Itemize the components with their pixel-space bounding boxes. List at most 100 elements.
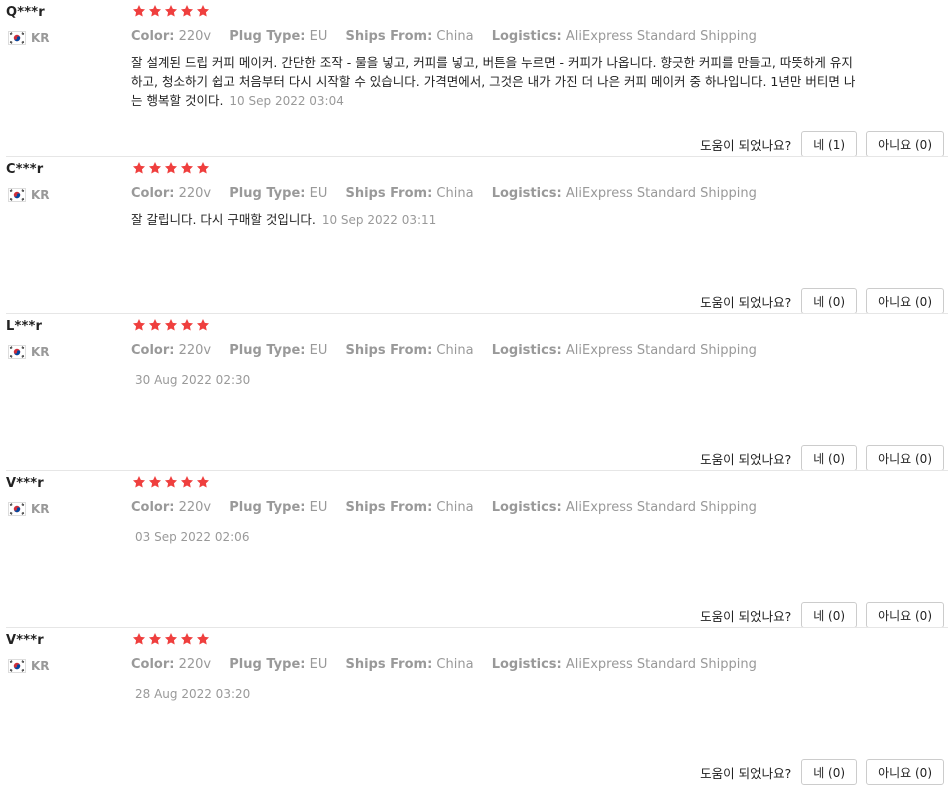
reviewer-country: KR [8, 31, 50, 45]
helpful-vote: 도움이 되었나요? 네 (0) 아니요 (0) [700, 288, 944, 314]
review-item: L***r KR Color: 220v Plug Type: EU Ships… [0, 314, 948, 471]
attr-ships-from: Ships From: China [345, 186, 473, 201]
attr-plug-type: Plug Type: EU [229, 186, 327, 201]
attr-ships-from: Ships From: China [345, 657, 473, 672]
star-icon [132, 476, 146, 488]
star-rating [132, 475, 210, 489]
flag-kr-icon [8, 659, 26, 673]
attr-logistics-value: AliExpress Standard Shipping [565, 500, 757, 515]
attr-color: Color: 220v [131, 343, 211, 358]
attr-logistics-label: Logistics: [491, 343, 562, 358]
star-icon [164, 162, 178, 174]
reviewer-country: KR [8, 659, 50, 673]
attr-plug-type-label: Plug Type: [229, 186, 306, 201]
attr-ships-from-label: Ships From: [345, 186, 433, 201]
star-icon [148, 633, 162, 645]
attr-ships-from: Ships From: China [345, 29, 473, 44]
helpful-yes-button[interactable]: 네 (0) [801, 288, 858, 314]
review-date: 28 Aug 2022 03:20 [135, 687, 251, 701]
country-code: KR [31, 345, 50, 359]
star-icon [196, 633, 210, 645]
review-body: 잘 설계된 드립 커피 메이커. 간단한 조작 - 물을 넣고, 커피를 넣고,… [131, 53, 861, 111]
attr-color-label: Color: [131, 500, 175, 515]
attr-ships-from-value: China [436, 186, 474, 201]
attr-ships-from-label: Ships From: [345, 500, 433, 515]
attr-color-value: 220v [178, 343, 212, 358]
helpful-question: 도움이 되었나요? [700, 451, 792, 467]
helpful-yes-button[interactable]: 네 (1) [801, 131, 858, 157]
attr-plug-type-value: EU [309, 29, 328, 44]
star-icon [196, 5, 210, 17]
helpful-yes-button[interactable]: 네 (0) [801, 602, 858, 628]
review-body: 28 Aug 2022 03:20 [135, 684, 865, 704]
star-icon [196, 476, 210, 488]
attr-logistics-value: AliExpress Standard Shipping [565, 186, 757, 201]
helpful-vote: 도움이 되었나요? 네 (1) 아니요 (0) [700, 131, 944, 157]
attr-ships-from: Ships From: China [345, 500, 473, 515]
country-code: KR [31, 188, 50, 202]
country-code: KR [31, 31, 50, 45]
helpful-no-button[interactable]: 아니요 (0) [866, 602, 944, 628]
product-attributes: Color: 220v Plug Type: EU Ships From: Ch… [131, 500, 771, 515]
review-text: 잘 갈립니다. 다시 구매할 것입니다. [131, 212, 316, 227]
attr-plug-type: Plug Type: EU [229, 657, 327, 672]
attr-ships-from-value: China [436, 657, 474, 672]
star-icon [196, 319, 210, 331]
attr-logistics-value: AliExpress Standard Shipping [565, 343, 757, 358]
helpful-yes-button[interactable]: 네 (0) [801, 759, 858, 785]
review-item: V***r KR Color: 220v Plug Type: EU Ships… [0, 628, 948, 785]
reviewer-country: KR [8, 345, 50, 359]
star-icon [148, 162, 162, 174]
star-rating [132, 318, 210, 332]
review-item: Q***r KR Color: 220v Plug Type: EU Ships… [0, 0, 948, 157]
review-body: 03 Sep 2022 02:06 [135, 527, 865, 547]
attr-ships-from-label: Ships From: [345, 343, 433, 358]
product-attributes: Color: 220v Plug Type: EU Ships From: Ch… [131, 657, 771, 672]
attr-logistics: Logistics: AliExpress Standard Shipping [492, 343, 757, 358]
attr-plug-type-value: EU [309, 500, 328, 515]
attr-color-label: Color: [131, 657, 175, 672]
review-body: 30 Aug 2022 02:30 [135, 370, 865, 390]
attr-logistics-label: Logistics: [491, 657, 562, 672]
star-icon [164, 5, 178, 17]
helpful-no-button[interactable]: 아니요 (0) [866, 759, 944, 785]
star-icon [180, 162, 194, 174]
attr-color-value: 220v [178, 500, 212, 515]
review-body: 잘 갈립니다. 다시 구매할 것입니다. 10 Sep 2022 03:11 [131, 210, 861, 230]
attr-logistics-value: AliExpress Standard Shipping [565, 29, 757, 44]
flag-kr-icon [8, 188, 26, 202]
attr-plug-type: Plug Type: EU [229, 29, 327, 44]
helpful-question: 도움이 되었나요? [700, 137, 792, 153]
helpful-no-button[interactable]: 아니요 (0) [866, 131, 944, 157]
attr-color-value: 220v [178, 29, 212, 44]
attr-ships-from-value: China [436, 29, 474, 44]
helpful-no-button[interactable]: 아니요 (0) [866, 288, 944, 314]
reviewer-name: V***r [6, 633, 44, 648]
attr-logistics: Logistics: AliExpress Standard Shipping [492, 29, 757, 44]
helpful-yes-button[interactable]: 네 (0) [801, 445, 858, 471]
product-attributes: Color: 220v Plug Type: EU Ships From: Ch… [131, 186, 771, 201]
country-code: KR [31, 659, 50, 673]
attr-color: Color: 220v [131, 500, 211, 515]
star-icon [148, 5, 162, 17]
star-rating [132, 4, 210, 18]
review-date: 10 Sep 2022 03:11 [321, 213, 437, 227]
helpful-no-button[interactable]: 아니요 (0) [866, 445, 944, 471]
helpful-question: 도움이 되었나요? [700, 294, 792, 310]
attr-plug-type: Plug Type: EU [229, 500, 327, 515]
product-attributes: Color: 220v Plug Type: EU Ships From: Ch… [131, 343, 771, 358]
attr-plug-type-label: Plug Type: [229, 500, 306, 515]
review-list: Q***r KR Color: 220v Plug Type: EU Ships… [0, 0, 948, 791]
flag-kr-icon [8, 31, 26, 45]
helpful-question: 도움이 되었나요? [700, 765, 792, 781]
star-icon [164, 319, 178, 331]
star-rating [132, 632, 210, 646]
attr-color-value: 220v [178, 186, 212, 201]
review-date: 03 Sep 2022 02:06 [135, 530, 250, 544]
product-attributes: Color: 220v Plug Type: EU Ships From: Ch… [131, 29, 771, 44]
attr-logistics: Logistics: AliExpress Standard Shipping [492, 657, 757, 672]
star-icon [180, 5, 194, 17]
star-icon [132, 5, 146, 17]
attr-plug-type-label: Plug Type: [229, 657, 306, 672]
review-date: 30 Aug 2022 02:30 [135, 373, 251, 387]
